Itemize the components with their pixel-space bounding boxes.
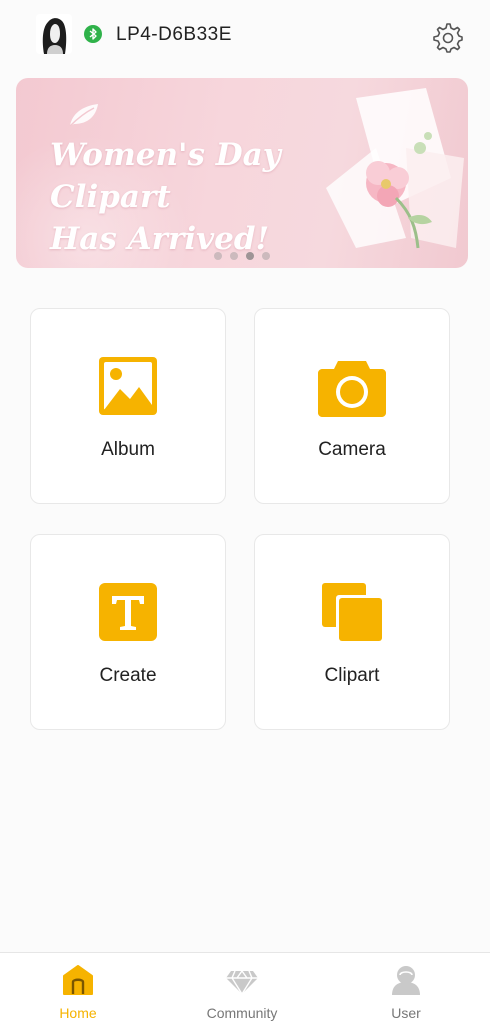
avatar-icon [36,14,72,54]
text-icon [99,583,157,641]
pagination-dot-active[interactable] [246,252,254,260]
bottom-nav: Home Community User [0,952,490,1021]
user-icon [392,966,420,995]
pagination-dot[interactable] [214,252,222,260]
avatar[interactable] [36,14,72,54]
nav-community-label: Community [206,1005,278,1021]
header: LP4-D6B33E [0,0,490,72]
diamond-icon [226,970,258,996]
image-icon [99,357,157,415]
nav-home[interactable]: Home [18,953,138,1021]
camera-label: Camera [318,439,386,460]
settings-button[interactable] [430,20,466,56]
nav-home-label: Home [59,1005,97,1021]
flowers-icon [326,88,464,249]
promo-banner[interactable]: Women's Day Clipart Has Arrived! [16,78,468,268]
leaf-icon [69,104,98,127]
create-button[interactable]: Create [30,534,226,730]
pagination-dot[interactable] [230,252,238,260]
camera-button[interactable]: Camera [254,308,450,504]
create-label: Create [99,665,157,686]
banner-pagination [16,252,468,260]
nav-user[interactable]: User [346,953,466,1021]
clipart-button[interactable]: Clipart [254,534,450,730]
bluetooth-status [84,25,102,43]
pagination-dot[interactable] [262,252,270,260]
album-button[interactable]: Album [30,308,226,504]
album-label: Album [101,439,155,460]
camera-icon [318,361,386,417]
nav-user-label: User [391,1005,421,1021]
clipart-icon [322,583,382,641]
home-icon [63,965,93,995]
bluetooth-icon [89,28,97,40]
gear-icon [433,23,463,53]
nav-community[interactable]: Community [182,953,302,1021]
device-name: LP4-D6B33E [116,24,232,45]
clipart-label: Clipart [324,665,380,686]
